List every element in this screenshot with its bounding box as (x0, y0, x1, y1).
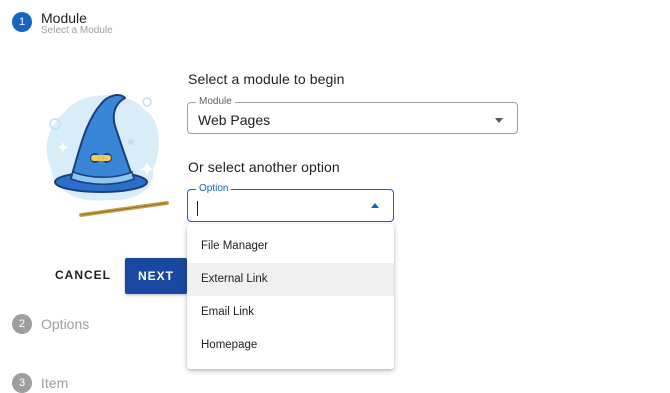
step-1-subtitle: Select a Module (41, 25, 113, 36)
text-cursor (197, 201, 198, 216)
step-2-number[interactable]: 2 (12, 314, 32, 334)
wizard-hat-illustration (46, 94, 169, 217)
step-3-title[interactable]: Item (41, 375, 68, 391)
menu-item-external-link[interactable]: External Link (187, 263, 394, 296)
module-heading: Select a module to begin (188, 71, 345, 87)
menu-item-email-link[interactable]: Email Link (187, 296, 394, 329)
menu-item-file-manager[interactable]: File Manager (187, 230, 394, 263)
step-3-number[interactable]: 3 (12, 373, 32, 393)
next-button[interactable]: NEXT (125, 258, 187, 294)
module-select-label: Module (196, 95, 235, 109)
option-select[interactable]: Option (187, 182, 394, 222)
step-2-title[interactable]: Options (41, 316, 89, 332)
option-dropdown-menu: File Manager External Link Email Link Ho… (187, 224, 394, 369)
chevron-down-icon[interactable] (495, 118, 503, 123)
step-1-title[interactable]: Module (41, 10, 87, 26)
cancel-button[interactable]: CANCEL (50, 258, 116, 292)
module-select-value: Web Pages (198, 112, 271, 128)
menu-item-homepage[interactable]: Homepage (187, 329, 394, 362)
module-select[interactable]: Module Web Pages (187, 95, 518, 134)
option-heading: Or select another option (188, 159, 340, 175)
step-1-number[interactable]: 1 (12, 12, 32, 32)
chevron-up-icon[interactable] (371, 203, 379, 208)
option-select-label: Option (196, 182, 232, 196)
